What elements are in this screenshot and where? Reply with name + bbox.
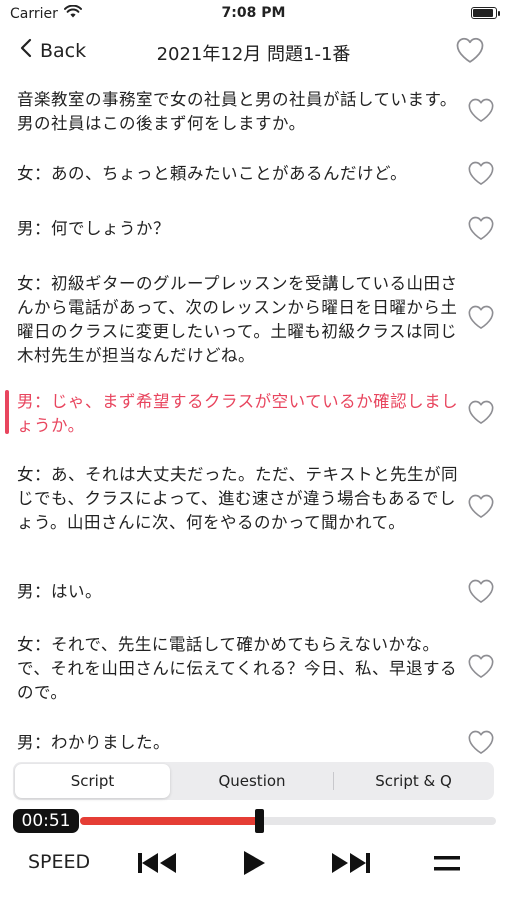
script-line-text: 音楽教室の事務室で女の社員と男の社員が話しています。男の社員はこの後まず何をしま… [17,90,457,133]
heart-outline-icon[interactable] [467,493,495,523]
playback-bar: 00:51 [0,806,507,836]
play-icon[interactable] [240,848,268,882]
script-line-text: 男：何でしょうか？ [17,219,170,238]
tab-question[interactable]: Question [173,764,331,798]
elapsed-time: 00:51 [13,809,79,833]
slider-thumb[interactable] [255,809,264,833]
speed-button[interactable]: SPEED [28,851,90,873]
favorite-button[interactable] [455,36,485,68]
menu-icon[interactable] [434,854,460,878]
heart-outline-icon[interactable] [467,729,495,758]
heart-outline-icon[interactable] [467,578,495,608]
status-time: 7:08 PM [221,5,286,21]
tab-script[interactable]: Script [15,764,170,798]
script-line-text: 女：あ、それは大丈夫だった。ただ、テキストと先生が同じでも、クラスによって、進む… [17,465,459,532]
battery-icon [471,7,500,19]
heart-outline-icon[interactable] [467,653,495,683]
active-line-marker [5,390,9,434]
script-list[interactable]: 音楽教室の事務室で女の社員と男の社員が話しています。男の社員はこの後まず何をしま… [0,78,507,758]
tab-divider [333,772,334,790]
progress-slider[interactable] [80,809,496,833]
script-line-text: 男：わかりました。 [17,733,170,752]
progress-fill [80,817,259,825]
segmented-control: Script Question Script & Q [13,762,494,800]
skip-forward-icon[interactable] [328,848,372,882]
status-bar: Carrier 7:08 PM [0,0,507,28]
tab-script-and-question[interactable]: Script & Q [335,764,492,798]
heart-outline-icon[interactable] [467,215,495,245]
script-line-text: 女：あの、ちょっと頼みたいことがあるんだけど。 [17,164,408,183]
script-line-text: 女：それで、先生に電話して確かめてもらえないかな。で、それを山田さんに伝えてくれ… [17,635,458,702]
script-line-text: 男：じゃ、まず希望するクラスが空いているか確認しましょうか。 [17,392,459,435]
heart-outline-icon[interactable] [467,399,495,429]
script-line-text: 男：はい。 [17,582,102,601]
navigation-bar: Back 2021年12月 問題1-1番 [0,28,507,78]
heart-outline-icon [455,37,485,68]
heart-outline-icon[interactable] [467,304,495,334]
script-line-text: 女：初級ギターのグループレッスンを受講している山田さんから電話があって、次のレッ… [17,274,458,365]
player-controls: SPEED [0,840,507,890]
page-title: 2021年12月 問題1-1番 [156,44,351,65]
heart-outline-icon[interactable] [467,97,495,127]
skip-back-icon[interactable] [136,848,180,882]
heart-outline-icon[interactable] [467,160,495,190]
